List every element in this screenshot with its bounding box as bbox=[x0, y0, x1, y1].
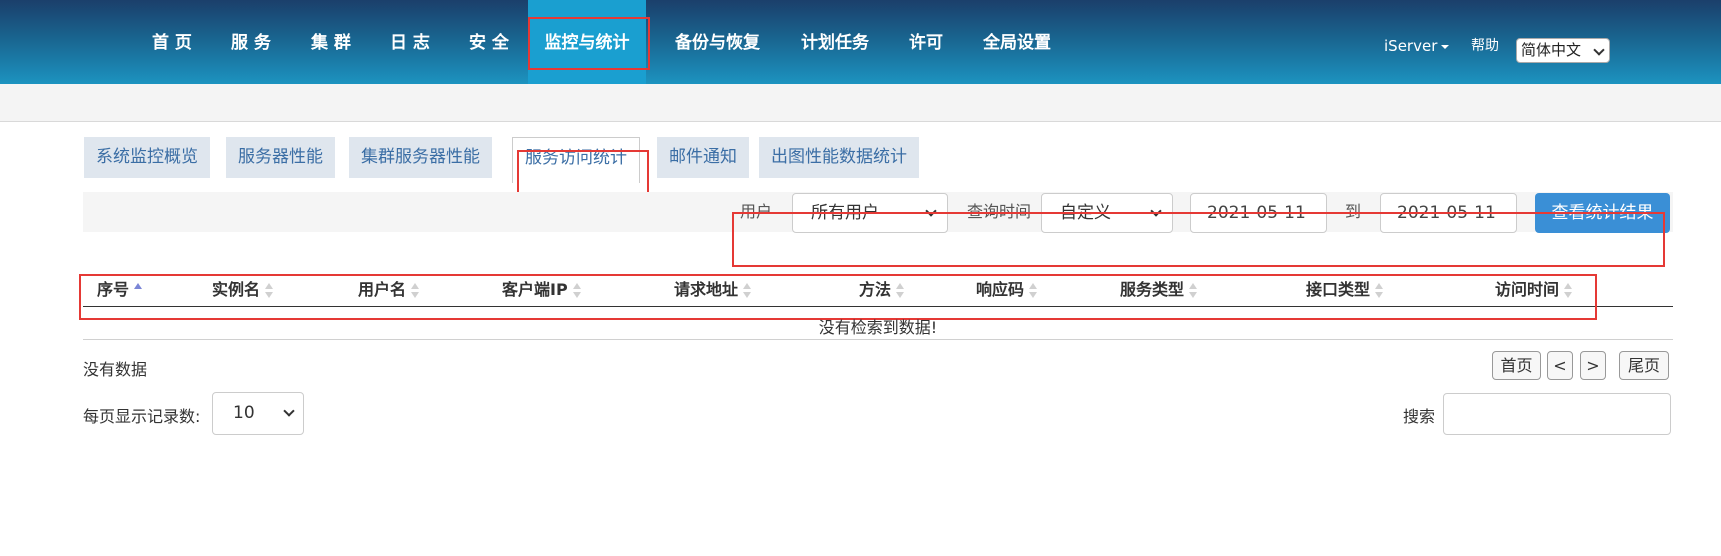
nav-logs[interactable]: 日 志 bbox=[390, 0, 430, 84]
column-label: 实例名 bbox=[212, 280, 261, 299]
column-header-request-url[interactable]: 请求地址 bbox=[674, 276, 752, 300]
column-header-username[interactable]: 用户名 bbox=[358, 276, 420, 300]
nav-home[interactable]: 首 页 bbox=[152, 0, 192, 84]
tab-map-performance-stats[interactable]: 出图性能数据统计 bbox=[759, 137, 919, 178]
page-size-value: 10 bbox=[233, 403, 255, 423]
chevron-down-icon bbox=[1593, 44, 1605, 56]
first-page-button[interactable]: 首页 bbox=[1492, 351, 1541, 380]
last-page-button[interactable]: 尾页 bbox=[1619, 351, 1669, 380]
column-label: 接口类型 bbox=[1306, 280, 1371, 299]
no-data-info: 没有数据 bbox=[83, 360, 148, 379]
column-header-service-type[interactable]: 服务类型 bbox=[1120, 276, 1198, 300]
sort-icon bbox=[264, 282, 274, 300]
language-select[interactable]: 简体中文 bbox=[1516, 38, 1610, 63]
user-label: 用户 bbox=[740, 202, 773, 221]
nav-global-settings[interactable]: 全局设置 bbox=[983, 0, 1051, 84]
query-time-label: 查询时间 bbox=[967, 202, 1032, 221]
sort-icon bbox=[572, 282, 582, 300]
nav-backup[interactable]: 备份与恢复 bbox=[675, 0, 760, 84]
empty-table-message: 没有检索到数据! bbox=[818, 318, 938, 337]
user-select[interactable]: 所有用户 bbox=[792, 193, 948, 233]
column-label: 客户端IP bbox=[502, 280, 568, 299]
sort-icon bbox=[742, 282, 752, 300]
sort-icon bbox=[1374, 282, 1384, 300]
column-header-response-code[interactable]: 响应码 bbox=[976, 276, 1038, 300]
prev-page-button[interactable]: < bbox=[1547, 351, 1573, 380]
to-label: 到 bbox=[1345, 202, 1362, 221]
tab-system-overview[interactable]: 系统监控概览 bbox=[84, 137, 210, 178]
start-date-input[interactable]: 2021-05-11 bbox=[1190, 193, 1327, 233]
sort-ascending-icon bbox=[133, 282, 143, 300]
language-value: 简体中文 bbox=[1521, 41, 1582, 59]
product-menu[interactable]: iServer bbox=[1384, 0, 1450, 84]
column-header-method[interactable]: 方法 bbox=[859, 276, 905, 300]
user-select-value: 所有用户 bbox=[811, 203, 879, 223]
page-size-label: 每页显示记录数: bbox=[83, 407, 201, 426]
sub-header-bar bbox=[0, 84, 1721, 122]
column-label: 方法 bbox=[859, 280, 892, 299]
column-label: 响应码 bbox=[976, 280, 1025, 299]
chevron-down-icon bbox=[283, 405, 295, 417]
nav-security[interactable]: 安 全 bbox=[469, 0, 509, 84]
nav-monitoring[interactable]: 监控与统计 bbox=[528, 0, 650, 84]
tab-service-access-stats[interactable]: 服务访问统计 bbox=[512, 137, 640, 183]
table-header-divider bbox=[83, 306, 1673, 307]
help-link[interactable]: 帮助 bbox=[1471, 0, 1499, 84]
column-header-index[interactable]: 序号 bbox=[97, 276, 143, 300]
query-time-value: 自定义 bbox=[1060, 203, 1111, 223]
nav-cluster[interactable]: 集 群 bbox=[311, 0, 351, 84]
sort-icon bbox=[1563, 282, 1573, 300]
top-nav-bar: 首 页 服 务 集 群 日 志 安 全 监控与统计 备份与恢复 计划任务 许可 … bbox=[0, 0, 1721, 84]
end-date-input[interactable]: 2021-05-11 bbox=[1380, 193, 1517, 233]
nav-services[interactable]: 服 务 bbox=[231, 0, 271, 84]
column-header-access-time[interactable]: 访问时间 bbox=[1495, 276, 1573, 300]
column-header-client-ip[interactable]: 客户端IP bbox=[502, 276, 582, 300]
query-time-select[interactable]: 自定义 bbox=[1041, 193, 1173, 233]
view-stats-button[interactable]: 查看统计结果 bbox=[1535, 193, 1670, 233]
product-menu-label: iServer bbox=[1384, 37, 1438, 55]
chevron-down-icon bbox=[925, 205, 937, 217]
page-size-select[interactable]: 10 bbox=[212, 392, 304, 435]
column-header-instance[interactable]: 实例名 bbox=[212, 276, 274, 300]
chevron-down-icon bbox=[1150, 205, 1162, 217]
nav-license[interactable]: 许可 bbox=[909, 0, 943, 84]
column-label: 访问时间 bbox=[1495, 280, 1560, 299]
sort-icon bbox=[895, 282, 905, 300]
tab-mail-notification[interactable]: 邮件通知 bbox=[657, 137, 749, 178]
tab-server-performance[interactable]: 服务器性能 bbox=[226, 137, 335, 178]
sort-icon bbox=[1188, 282, 1198, 300]
sort-icon bbox=[410, 282, 420, 300]
column-label: 请求地址 bbox=[674, 280, 739, 299]
column-label: 用户名 bbox=[358, 280, 407, 299]
search-label: 搜索 bbox=[1403, 407, 1436, 426]
search-input[interactable] bbox=[1443, 393, 1671, 435]
next-page-button[interactable]: > bbox=[1580, 351, 1606, 380]
sort-icon bbox=[1028, 282, 1038, 300]
caret-down-icon bbox=[1441, 44, 1450, 49]
tab-cluster-performance[interactable]: 集群服务器性能 bbox=[349, 137, 492, 178]
column-label: 服务类型 bbox=[1120, 280, 1185, 299]
table-bottom-divider bbox=[83, 339, 1673, 340]
nav-scheduled-tasks[interactable]: 计划任务 bbox=[801, 0, 869, 84]
column-header-interface-type[interactable]: 接口类型 bbox=[1306, 276, 1384, 300]
column-label: 序号 bbox=[97, 280, 130, 299]
